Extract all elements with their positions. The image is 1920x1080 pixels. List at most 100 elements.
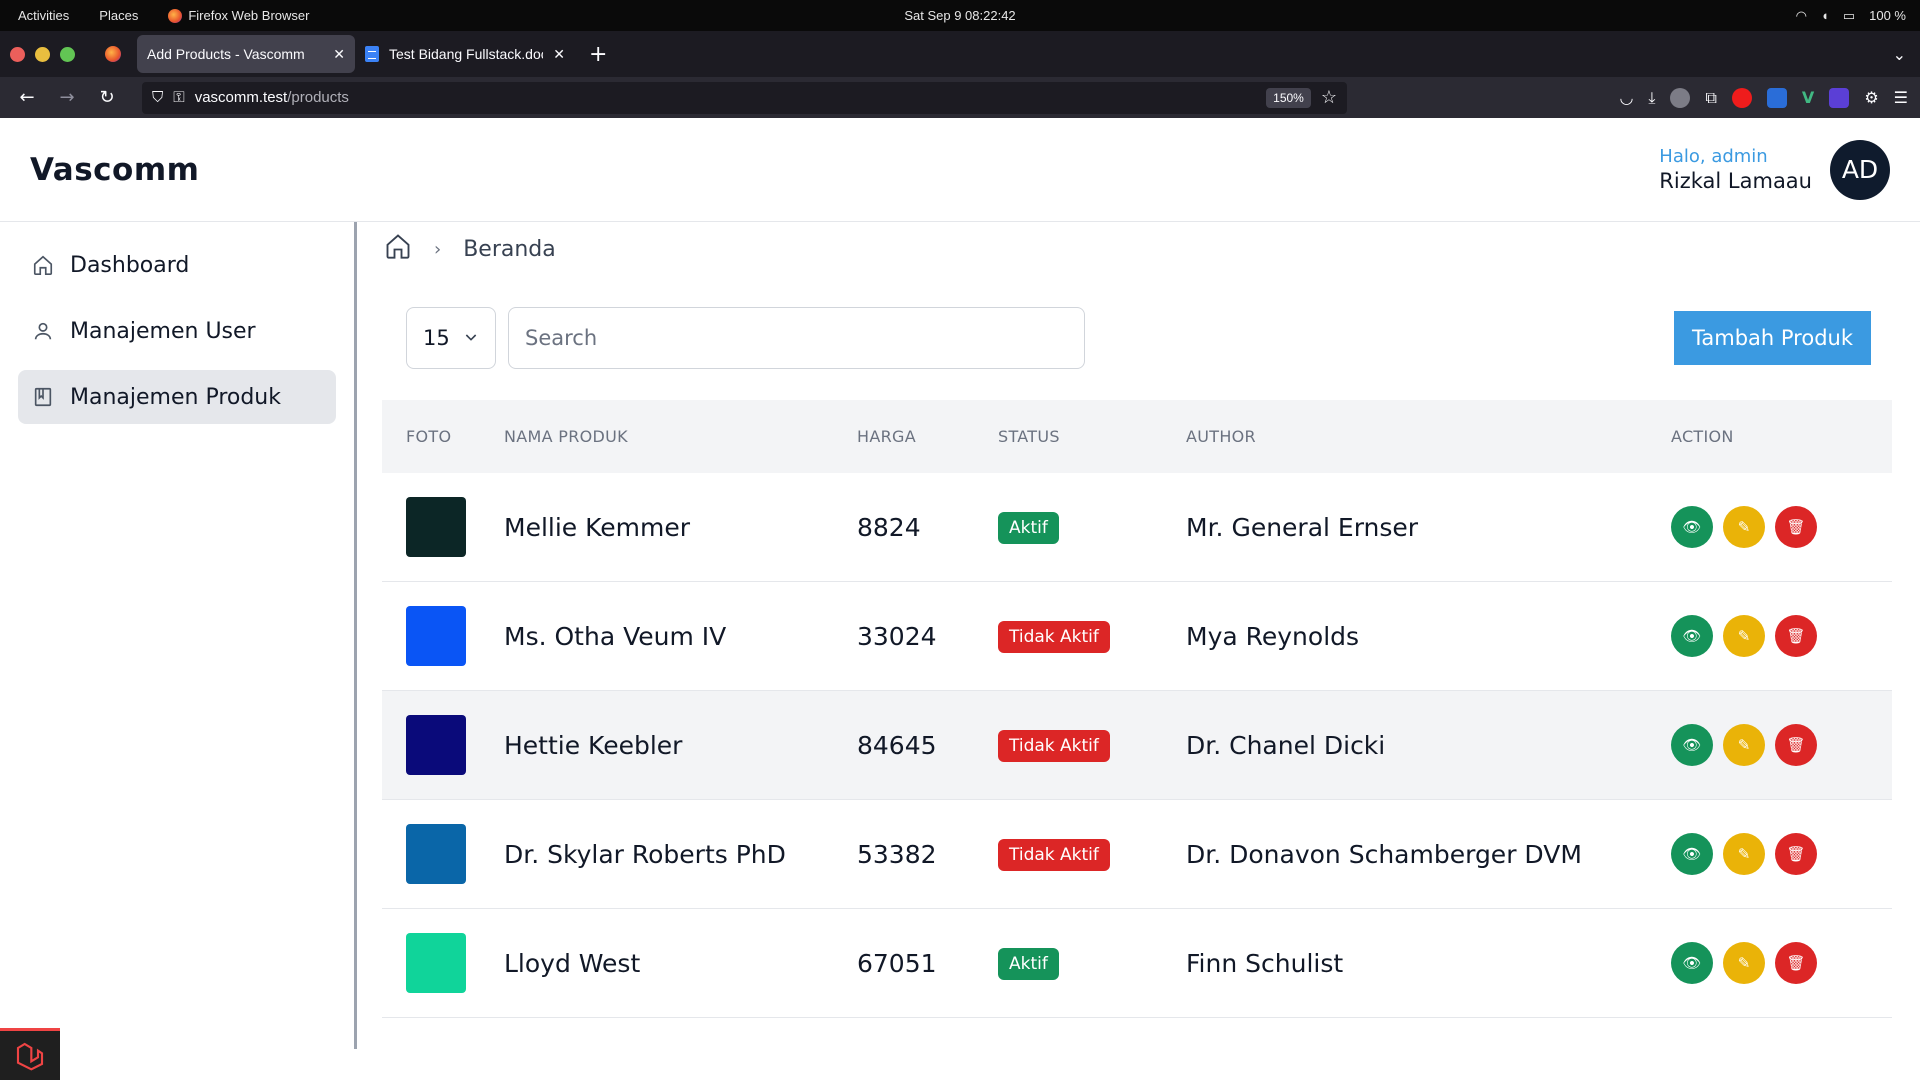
product-name: Ms. Otha Veum IV — [504, 621, 727, 651]
address-bar[interactable]: ⛉ ⚿ vascomm.test/products 150% ☆ — [142, 81, 1347, 114]
eye-icon: 👁 — [1682, 736, 1702, 754]
trash-icon: 🗑 — [1786, 954, 1806, 972]
eye-icon: 👁 — [1682, 627, 1702, 645]
edit-icon: ✎ — [1737, 845, 1751, 863]
bookmark-star-icon[interactable]: ☆ — [1321, 87, 1337, 108]
delete-button[interactable]: 🗑 — [1775, 942, 1817, 984]
delete-button[interactable]: 🗑 — [1775, 833, 1817, 875]
view-button[interactable]: 👁 — [1671, 833, 1713, 875]
edit-button[interactable]: ✎ — [1723, 615, 1765, 657]
product-author: Finn Schulist — [1186, 948, 1344, 978]
view-button[interactable]: 👁 — [1671, 724, 1713, 766]
table-row: Lloyd West 67051 Aktif Finn Schulist 👁 ✎… — [382, 909, 1892, 1018]
forward-button[interactable]: → — [52, 83, 82, 113]
status-badge: Tidak Aktif — [998, 730, 1110, 762]
add-product-button[interactable]: Tambah Produk — [1674, 311, 1871, 365]
extension-icon[interactable] — [1670, 87, 1691, 108]
lock-icon[interactable]: ⚿ — [173, 89, 184, 106]
status-badge: Tidak Aktif — [998, 621, 1110, 653]
product-name: Mellie Kemmer — [504, 512, 691, 542]
tab-label: Add Products - Vascomm — [147, 46, 305, 62]
vue-devtools-icon[interactable]: V — [1802, 88, 1814, 107]
product-author: Dr. Chanel Dicki — [1186, 730, 1386, 760]
places-menu[interactable]: Places — [99, 8, 138, 23]
product-thumbnail[interactable] — [406, 933, 466, 993]
app-header: Vascomm Halo, admin Rizkal Lamaau AD — [0, 118, 1920, 222]
trash-icon: 🗑 — [1786, 518, 1806, 536]
edit-icon: ✎ — [1737, 518, 1751, 536]
battery-level[interactable]: 100 % — [1869, 8, 1906, 23]
browser-tab-bar: Add Products - Vascomm ✕ Test Bidang Ful… — [0, 31, 1920, 77]
view-button[interactable]: 👁 — [1671, 506, 1713, 548]
product-author: Mr. General Ernser — [1186, 512, 1419, 542]
list-tabs-icon[interactable]: ⌄ — [1893, 45, 1906, 64]
per-page-select[interactable]: 15 — [406, 307, 496, 369]
product-thumbnail[interactable] — [406, 606, 466, 666]
breadcrumb: › Beranda — [382, 222, 1895, 276]
extensions-puzzle-icon[interactable]: ⧉ — [1705, 88, 1716, 108]
shield-icon[interactable]: ⛉ — [152, 89, 163, 106]
laravel-debugbar-icon[interactable] — [0, 1028, 60, 1080]
view-button[interactable]: 👁 — [1671, 615, 1713, 657]
clock[interactable]: Sat Sep 9 08:22:42 — [904, 8, 1015, 23]
zoom-level[interactable]: 150% — [1266, 87, 1311, 108]
delete-button[interactable]: 🗑 — [1775, 615, 1817, 657]
pocket-icon[interactable]: ◡ — [1619, 88, 1633, 107]
extension-toolbar: ◡ ⤓ ⧉ V ⚙ ☰ — [1619, 87, 1908, 108]
url-path: /products — [287, 89, 349, 106]
home-breadcrumb-icon[interactable] — [384, 232, 412, 266]
new-tab-button[interactable]: + — [589, 42, 607, 67]
reload-button[interactable]: ↻ — [92, 83, 122, 113]
table-header: FOTO NAMA PRODUK HARGA STATUS AUTHOR ACT… — [382, 400, 1892, 473]
user-menu[interactable]: Halo, admin Rizkal Lamaau AD — [1659, 139, 1890, 200]
app-logo[interactable]: Vascomm — [30, 152, 199, 188]
window-controls — [10, 46, 75, 62]
edit-button[interactable]: ✎ — [1723, 942, 1765, 984]
status-badge: Aktif — [998, 512, 1059, 544]
column-header-action: ACTION — [1671, 427, 1734, 446]
edit-button[interactable]: ✎ — [1723, 506, 1765, 548]
product-name: Lloyd West — [504, 948, 641, 978]
extension-blue-icon[interactable] — [1766, 87, 1787, 108]
user-icon — [32, 320, 54, 342]
close-window-button[interactable] — [10, 46, 25, 62]
close-tab-icon[interactable]: ✕ — [333, 46, 345, 63]
close-tab-icon[interactable]: ✕ — [553, 46, 565, 63]
edit-button[interactable]: ✎ — [1723, 724, 1765, 766]
sidebar-item-products[interactable]: Manajemen Produk — [18, 370, 336, 424]
sidebar-item-users[interactable]: Manajemen User — [18, 304, 336, 358]
edit-icon: ✎ — [1737, 736, 1751, 754]
activities-button[interactable]: Activities — [18, 8, 69, 23]
avatar[interactable]: AD — [1830, 139, 1890, 200]
extension-red-icon[interactable] — [1731, 87, 1752, 108]
trash-icon: 🗑 — [1786, 845, 1806, 863]
edit-button[interactable]: ✎ — [1723, 833, 1765, 875]
app-menu-icon[interactable]: ☰ — [1894, 88, 1908, 107]
product-thumbnail[interactable] — [406, 824, 466, 884]
firefox-view-icon[interactable] — [105, 46, 121, 62]
downloads-icon[interactable]: ⤓ — [1648, 88, 1655, 108]
back-button[interactable]: ← — [12, 83, 42, 113]
view-button[interactable]: 👁 — [1671, 942, 1713, 984]
tab-label: Test Bidang Fullstack.docx — [389, 46, 544, 62]
firefox-icon — [168, 9, 183, 24]
product-price: 84645 — [857, 730, 937, 760]
extension-purple-icon[interactable] — [1829, 87, 1850, 108]
sidebar-item-dashboard[interactable]: Dashboard — [18, 238, 336, 292]
product-thumbnail[interactable] — [406, 715, 466, 775]
products-table: FOTO NAMA PRODUK HARGA STATUS AUTHOR ACT… — [382, 400, 1892, 1018]
tab-add-products[interactable]: Add Products - Vascomm ✕ — [137, 35, 355, 73]
maximize-window-button[interactable] — [60, 46, 75, 62]
tab-test-doc[interactable]: Test Bidang Fullstack.docx ✕ — [355, 35, 575, 73]
chevron-right-icon: › — [434, 238, 442, 260]
breadcrumb-current[interactable]: Beranda — [463, 237, 556, 262]
document-icon — [365, 46, 379, 62]
app-menu[interactable]: Firefox Web Browser — [168, 8, 309, 24]
column-header-harga: HARGA — [857, 427, 916, 446]
product-thumbnail[interactable] — [406, 497, 466, 557]
delete-button[interactable]: 🗑 — [1775, 506, 1817, 548]
extension-gear-icon[interactable]: ⚙ — [1864, 88, 1878, 107]
minimize-window-button[interactable] — [35, 46, 50, 62]
delete-button[interactable]: 🗑 — [1775, 724, 1817, 766]
search-input[interactable] — [508, 307, 1085, 369]
